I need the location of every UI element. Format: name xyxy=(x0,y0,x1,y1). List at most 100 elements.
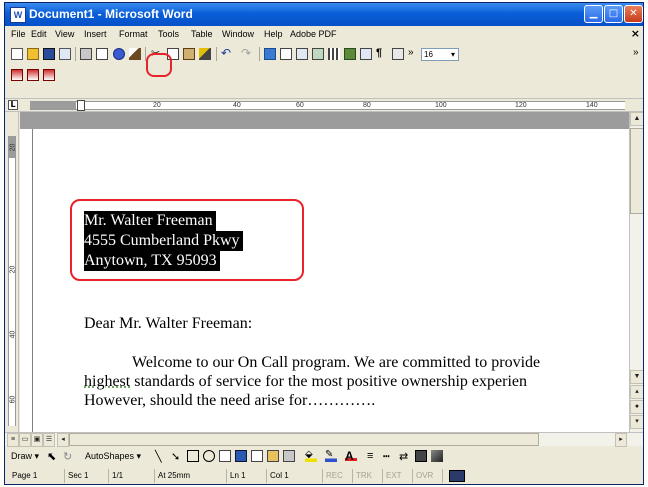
menu-view[interactable]: View xyxy=(55,29,74,39)
drawing-icon[interactable] xyxy=(344,48,356,60)
document-map-icon[interactable] xyxy=(360,48,372,60)
fill-color-icon[interactable]: ⬙ xyxy=(305,450,317,462)
body-line-3[interactable]: However, should the need arise for…………. xyxy=(84,391,375,410)
free-rotate-icon[interactable]: ↻ xyxy=(63,450,75,463)
permission-icon[interactable] xyxy=(59,48,71,60)
menu-edit[interactable]: Edit xyxy=(31,29,47,39)
status-ovr[interactable]: OVR xyxy=(413,469,443,483)
wordart-icon[interactable] xyxy=(235,450,247,462)
zoom-icon[interactable] xyxy=(392,48,404,60)
formatting-overflow-chevron-icon[interactable]: » xyxy=(633,47,643,59)
format-painter-icon[interactable] xyxy=(199,48,211,60)
indent-marker[interactable] xyxy=(77,100,85,111)
next-page-button[interactable]: ▾ xyxy=(630,415,643,429)
status-ext[interactable]: EXT xyxy=(383,469,413,483)
tables-borders-icon[interactable] xyxy=(280,48,292,60)
menu-window[interactable]: Window xyxy=(222,29,254,39)
autoshapes-menu[interactable]: AutoShapes ▾ xyxy=(85,451,141,462)
minimize-button[interactable]: ▁ xyxy=(584,5,603,23)
rectangle-icon[interactable] xyxy=(187,450,199,462)
insert-table-icon[interactable] xyxy=(296,48,308,60)
scroll-down-button[interactable]: ▼ xyxy=(630,370,643,384)
horizontal-scrollbar[interactable]: ≡ ▭ ▣ ☰ ◂ ▸ xyxy=(5,432,643,447)
menu-insert[interactable]: Insert xyxy=(84,29,107,39)
spelling-icon[interactable] xyxy=(129,48,141,60)
vruler-mark: 60 xyxy=(9,395,17,404)
oval-icon[interactable] xyxy=(203,450,215,462)
menu-format[interactable]: Format xyxy=(119,29,148,39)
open-folder-icon[interactable] xyxy=(27,48,39,60)
undo-icon[interactable]: ↶ xyxy=(221,46,233,60)
maximize-button[interactable]: □ xyxy=(604,5,623,23)
menu-adobe-pdf[interactable]: Adobe PDF xyxy=(290,29,337,39)
menu-tools[interactable]: Tools xyxy=(158,29,179,39)
horizontal-scroll-thumb[interactable] xyxy=(69,433,539,446)
line-color-icon[interactable]: ✎ xyxy=(325,450,337,462)
scroll-left-button[interactable]: ◂ xyxy=(57,433,69,447)
print-layout-view-icon[interactable]: ▣ xyxy=(31,433,43,447)
convert-and-email-pdf-icon[interactable] xyxy=(27,69,39,81)
redo-icon[interactable]: ↷ xyxy=(241,46,253,60)
ruler-mark: 80 xyxy=(363,102,371,109)
insert-picture-icon[interactable] xyxy=(283,450,295,462)
insert-excel-icon[interactable] xyxy=(312,48,324,60)
scroll-thumb[interactable] xyxy=(630,128,643,214)
new-document-icon[interactable] xyxy=(11,48,23,60)
title-bar[interactable]: W Document1 - Microsoft Word ▁ □ ✕ xyxy=(5,3,643,26)
menu-help[interactable]: Help xyxy=(264,29,283,39)
print-icon[interactable] xyxy=(80,48,92,60)
close-document-button[interactable]: × xyxy=(631,27,640,40)
status-trk[interactable]: TRK xyxy=(353,469,383,483)
arrow-style-icon[interactable]: ⇄ xyxy=(399,450,411,463)
convert-to-pdf-icon[interactable] xyxy=(11,69,23,81)
menu-table[interactable]: Table xyxy=(191,29,213,39)
vertical-scrollbar[interactable]: ▲ ▼ ▴ ● ▾ xyxy=(629,112,643,432)
font-color-icon[interactable]: A xyxy=(345,449,357,463)
spelling-grammar-status-icon[interactable] xyxy=(449,470,465,482)
save-icon[interactable] xyxy=(43,48,55,60)
normal-view-icon[interactable]: ≡ xyxy=(7,433,19,447)
web-layout-view-icon[interactable]: ▭ xyxy=(19,433,31,447)
status-line: Ln 1 xyxy=(227,469,267,483)
horizontal-ruler: L 20 40 60 80 100 120 140 xyxy=(5,98,643,112)
status-page: Page 1 xyxy=(9,469,65,483)
body-line-1[interactable]: Welcome to our On Call program. We are c… xyxy=(132,353,540,372)
help-circle-icon[interactable] xyxy=(113,48,125,60)
outline-view-icon[interactable]: ☰ xyxy=(43,433,55,447)
arrow-icon[interactable]: ➘ xyxy=(171,450,183,463)
vruler-mark: 40 xyxy=(9,330,17,339)
word-app-icon[interactable]: W xyxy=(10,7,26,23)
shadow-style-icon[interactable] xyxy=(415,450,427,462)
text-box-icon[interactable] xyxy=(219,450,231,462)
body-line-2[interactable]: highest standards of service for the mos… xyxy=(84,372,527,391)
tab-selector[interactable]: L xyxy=(8,100,18,110)
salutation[interactable]: Dear Mr. Walter Freeman: xyxy=(84,314,252,333)
status-rec[interactable]: REC xyxy=(323,469,353,483)
columns-icon[interactable] xyxy=(328,48,340,60)
dash-style-icon[interactable]: ┅ xyxy=(383,450,395,463)
print-preview-icon[interactable] xyxy=(96,48,108,60)
hyperlink-icon[interactable] xyxy=(264,48,276,60)
select-browse-object-button[interactable]: ● xyxy=(630,400,643,414)
ruler-mark: 140 xyxy=(586,102,598,109)
show-hide-icon[interactable]: ¶ xyxy=(376,47,388,59)
clip-art-icon[interactable] xyxy=(267,450,279,462)
spelling-flagged-word[interactable]: highest xyxy=(84,373,130,390)
paste-icon[interactable] xyxy=(183,48,195,60)
close-button[interactable]: ✕ xyxy=(624,5,643,23)
address-highlight xyxy=(70,199,304,281)
scroll-up-button[interactable]: ▲ xyxy=(630,112,643,126)
diagram-icon[interactable] xyxy=(251,450,263,462)
3d-style-icon[interactable] xyxy=(431,450,443,462)
menu-file[interactable]: File xyxy=(11,29,26,39)
toolbar-overflow-chevron-icon[interactable]: » xyxy=(408,47,420,59)
scroll-right-button[interactable]: ▸ xyxy=(615,433,627,447)
select-objects-icon[interactable]: ⬉ xyxy=(47,450,59,463)
line-style-icon[interactable]: ≡ xyxy=(367,450,379,462)
font-size-select[interactable]: 16 ▾ xyxy=(421,48,459,61)
convert-and-review-pdf-icon[interactable] xyxy=(43,69,55,81)
previous-page-button[interactable]: ▴ xyxy=(630,385,643,399)
line-icon[interactable]: ╲ xyxy=(155,450,167,463)
help-icon-highlight xyxy=(146,53,172,77)
draw-menu[interactable]: Draw ▾ xyxy=(11,451,39,462)
